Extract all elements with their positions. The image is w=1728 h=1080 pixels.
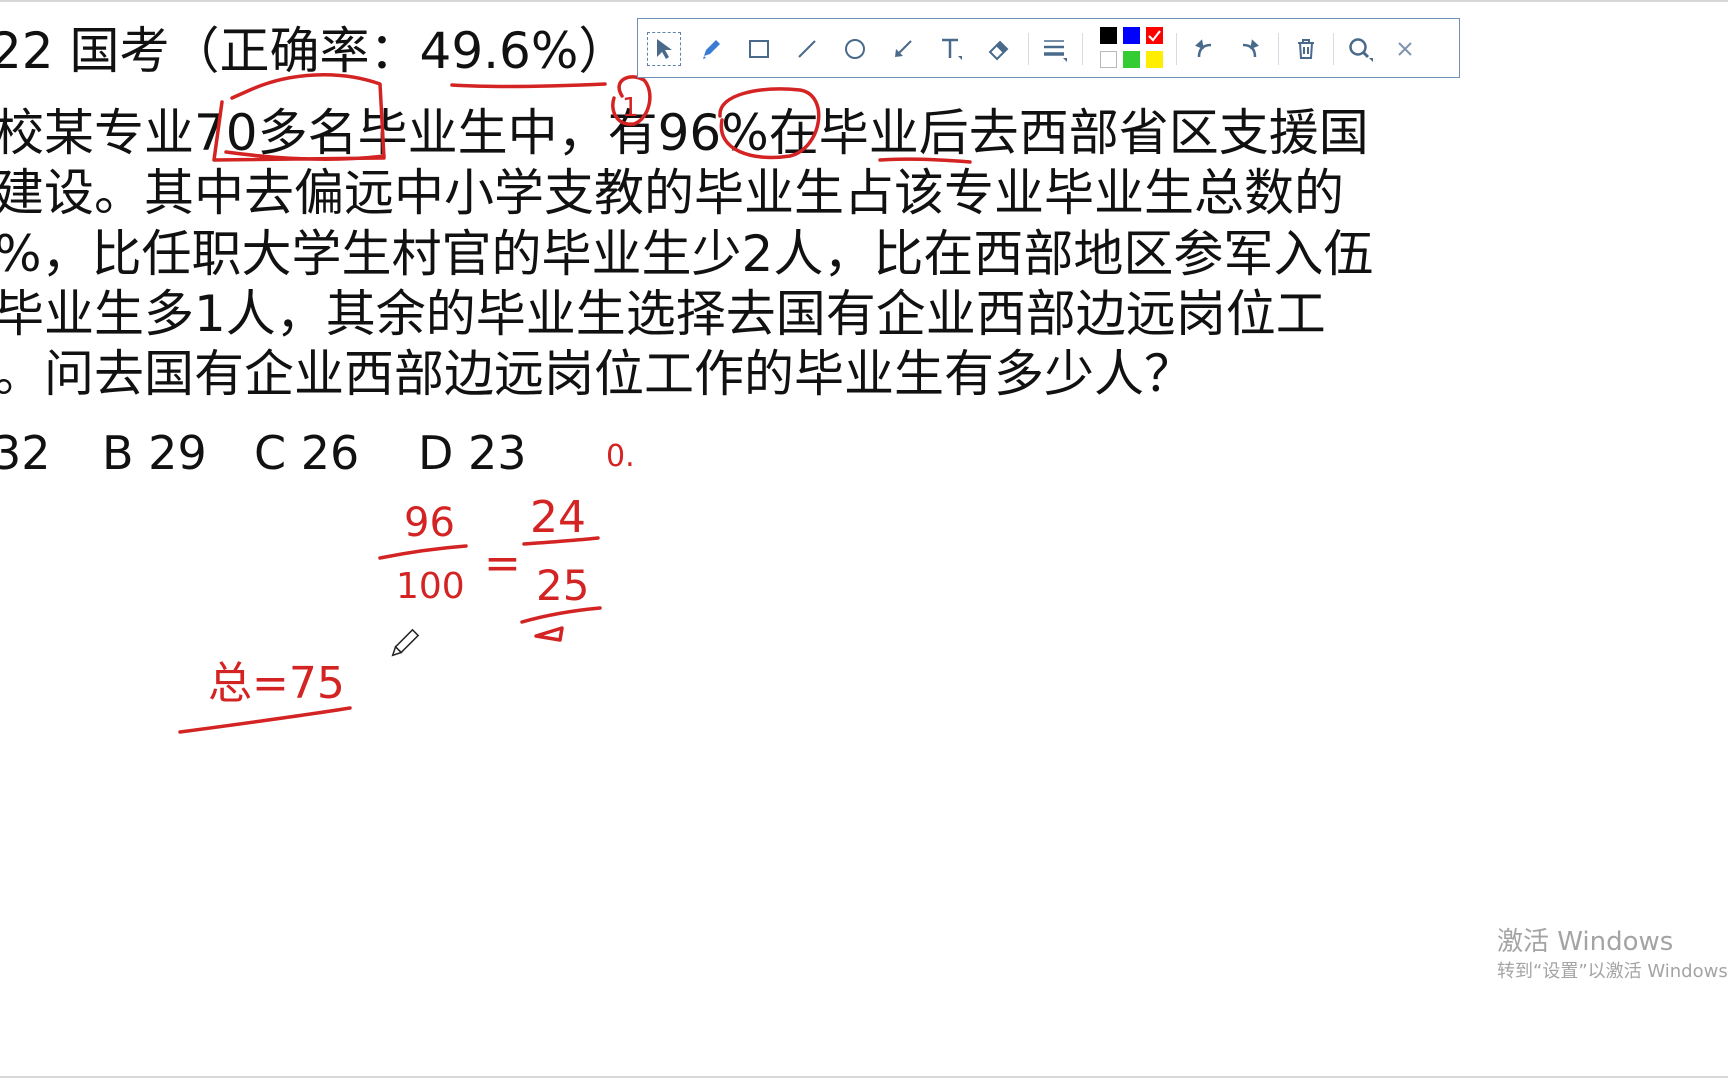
ink-numerator-right: 24 [530,492,586,543]
question-line-2: 建设。其中去偏远中小学支教的毕业生占该专业毕业生总数的 [0,164,1344,222]
toolbar-separator [1278,33,1279,65]
pen-icon[interactable] [694,32,728,66]
activation-watermark: 激活 Windows 转到“设置”以激活 Windows。 [1497,927,1728,983]
option-b: B 29 [102,426,207,480]
color-swatch-black[interactable] [1100,27,1117,44]
option-d: D 23 [418,426,527,480]
question-line-1: 校某专业70多名毕业生中，有96%在毕业后去西部省区支援国 [0,104,1369,162]
arrow-icon[interactable] [886,32,920,66]
ink-total: 总=75 [208,658,345,709]
line-width-icon[interactable] [1038,32,1072,66]
zoom-icon[interactable] [1343,32,1377,66]
pointer-icon[interactable] [647,32,681,66]
close-icon[interactable] [1388,32,1422,66]
watermark-line-2: 转到“设置”以激活 Windows。 [1497,961,1728,982]
trash-icon[interactable] [1289,32,1323,66]
ink-underline-total [178,706,352,734]
pencil-cursor-icon [391,628,420,657]
color-swatch-green[interactable] [1123,51,1140,68]
question-line-5: 。问去国有企业西部边远岗位工作的毕业生有多少人？ [0,345,1194,403]
color-swatch-white[interactable] [1100,51,1117,68]
watermark-line-1: 激活 Windows [1497,927,1674,957]
toolbar-separator [1028,33,1029,65]
ink-numerator-left: 96 [404,500,455,546]
circle-icon[interactable] [838,32,872,66]
question-line-3: %，比任职大学生村官的毕业生少2人，比在西部地区参军入伍 [0,225,1374,283]
option-c: C 26 [254,426,360,480]
ink-denominator-right: 25 [536,561,589,610]
color-swatch-red[interactable] [1146,27,1163,44]
ink-underline-rate [450,82,607,89]
undo-icon[interactable] [1186,32,1220,66]
annotation-toolbar [637,18,1460,78]
question-line-4: 毕业生多1人，其余的毕业生选择去国有企业西部边远岗位工 [0,285,1326,343]
ink-annotations: 1 0. 96 100 = 24 25 总=75 [178,73,972,734]
ink-fraction-bar-left [378,544,468,560]
redo-icon[interactable] [1234,32,1268,66]
check-icon [1148,30,1161,42]
bottom-border [0,1076,1728,1078]
option-a: 32 [0,426,51,480]
toolbar-separator [1082,33,1083,65]
ink-fraction-bar-right [522,536,600,546]
eraser-icon[interactable] [982,32,1016,66]
ink-equals: = [484,538,521,589]
color-swatch-blue[interactable] [1123,27,1140,44]
ink-underline-25 [520,606,602,642]
ink-fragment: 0. [606,439,635,474]
line-icon[interactable] [790,32,824,66]
ink-denominator-left: 100 [396,566,465,607]
toolbar-separator [1176,33,1177,65]
question-title: 22 国考（正确率：49.6%） [0,22,629,80]
top-border [0,0,1728,2]
color-swatch-yellow[interactable] [1146,51,1163,68]
toolbar-separator [1333,33,1334,65]
text-icon[interactable] [934,32,968,66]
rectangle-icon[interactable] [742,32,776,66]
